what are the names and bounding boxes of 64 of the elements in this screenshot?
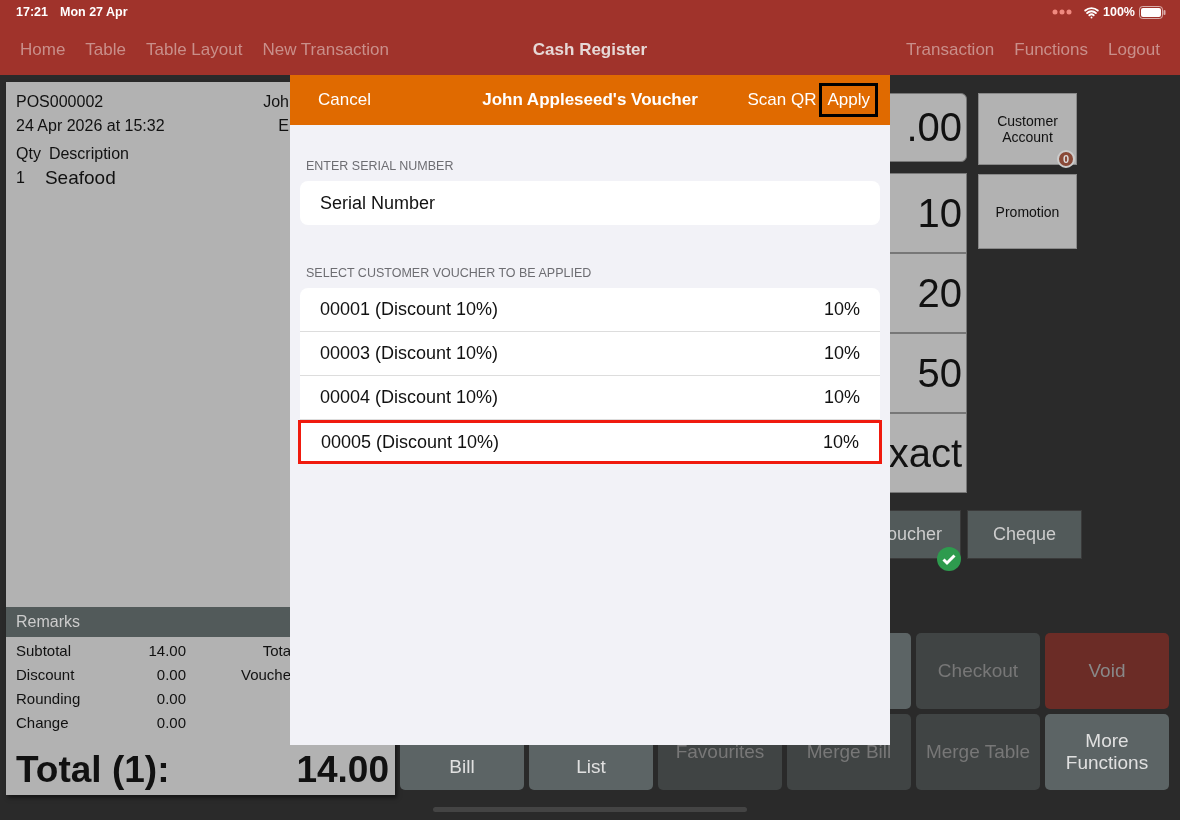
cancel-button[interactable]: Cancel — [310, 83, 379, 117]
voucher-value: 10% — [823, 387, 860, 408]
count-badge: 0 — [1057, 150, 1075, 168]
summary-label: Discount — [16, 665, 76, 685]
battery-icon — [1139, 5, 1166, 19]
nav-link[interactable]: New Transaction — [262, 39, 390, 60]
voucher-name: 00001 (Discount 10%) — [320, 299, 499, 320]
summary-value: 0.00 — [155, 665, 186, 685]
side-button[interactable]: Customer Account 0 — [978, 93, 1077, 165]
summary-value: 14.00 — [147, 641, 186, 661]
column-header: Qty — [16, 144, 41, 164]
payment-method-button[interactable]: Cheque — [967, 510, 1082, 559]
function-button[interactable]: More Functions — [1045, 714, 1169, 790]
summary-label: Rounding — [16, 689, 82, 709]
voucher-name: 00005 (Discount 10%) — [321, 431, 500, 453]
summary-label: Subtotal — [16, 641, 73, 661]
voucher-name: 00003 (Discount 10%) — [320, 343, 499, 364]
dialog-title: John Appleseed's Voucher — [482, 90, 698, 110]
customer-name: Joh — [263, 92, 289, 112]
summary-label: Tota — [261, 641, 291, 661]
column-header: Description — [48, 144, 129, 164]
nav-link[interactable]: Table Layout — [146, 39, 243, 60]
wifi-icon — [1084, 4, 1099, 20]
voucher-row[interactable]: 00003 (Discount 10%) 10% — [300, 332, 880, 376]
summary-value: 0.00 — [155, 713, 186, 733]
voucher-value: 10% — [822, 431, 859, 453]
item-qty: 1 — [16, 168, 25, 188]
amount-button[interactable]: .00 — [887, 93, 967, 162]
receipt-text: E — [278, 116, 289, 136]
summary-label: Change — [16, 713, 70, 733]
side-button[interactable]: Promotion — [978, 174, 1077, 249]
total-label: Total (1): — [16, 749, 170, 791]
status-time: 17:21 — [16, 5, 48, 19]
voucher-row[interactable]: 00005 (Discount 10%) 10% — [298, 420, 882, 464]
battery-percent: 100% — [1103, 5, 1135, 19]
voucher-row[interactable]: 00001 (Discount 10%) 10% — [300, 288, 880, 332]
voucher-value: 10% — [823, 343, 860, 364]
scan-qr-button[interactable]: Scan QR — [744, 83, 820, 117]
nav-link[interactable]: Logout — [1108, 39, 1160, 60]
item-description: Seafood — [44, 166, 116, 190]
amount-button[interactable]: xact — [887, 413, 967, 493]
summary-value: 0.00 — [155, 689, 186, 709]
apply-button[interactable]: Apply — [819, 83, 878, 117]
section-header: ENTER SERIAL NUMBER — [305, 159, 455, 173]
total-amount: 14.00 — [296, 749, 389, 791]
nav-link[interactable]: Transaction — [906, 39, 995, 60]
amount-button[interactable]: 20 — [887, 253, 967, 333]
serial-number-field[interactable]: Serial Number — [300, 181, 880, 225]
voucher-row[interactable]: 00004 (Discount 10%) 10% — [300, 376, 880, 420]
receipt-date: 24 Apr 2026 at 15:32 — [16, 116, 165, 136]
voucher-name: 00004 (Discount 10%) — [320, 387, 499, 408]
function-button[interactable]: Void — [1045, 633, 1169, 709]
summary-label: Vouche — [239, 665, 291, 685]
page-title: Cash Register — [532, 39, 648, 60]
receipt-number: POS000002 — [16, 92, 104, 112]
status-date: Mon 27 Apr — [60, 5, 128, 19]
nav-link[interactable]: Table — [85, 39, 126, 60]
voucher-value: 10% — [823, 299, 860, 320]
nav-link[interactable]: Home — [20, 39, 66, 60]
amount-button[interactable]: 10 — [887, 173, 967, 253]
amount-button[interactable]: 50 — [887, 333, 967, 413]
more-icon[interactable] — [1052, 9, 1072, 15]
section-header: SELECT CUSTOMER VOUCHER TO BE APPLIED — [305, 266, 593, 280]
nav-link[interactable]: Functions — [1014, 39, 1088, 60]
